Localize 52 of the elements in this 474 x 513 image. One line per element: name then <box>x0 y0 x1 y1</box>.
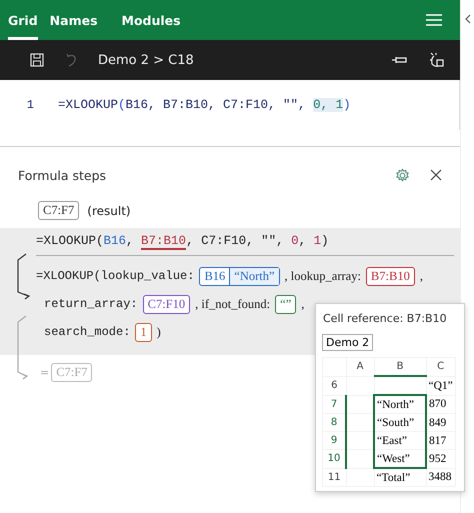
argument-chip[interactable]: C7:F10 <box>142 294 190 314</box>
column-header: C <box>426 358 456 376</box>
table-cell: “Total” <box>374 468 426 486</box>
table-cell: “Q1” <box>426 376 456 395</box>
sheet-name: Demo 2 <box>322 334 374 351</box>
result-label: (result) <box>87 204 131 218</box>
panel-title: Formula steps <box>18 168 106 182</box>
close-icon[interactable] <box>430 169 442 181</box>
table-cell: 870 <box>426 395 456 414</box>
collapse-icon[interactable] <box>464 14 470 24</box>
tooltip-title: Cell reference: B7:B10 <box>323 312 448 325</box>
pin-icon[interactable] <box>392 55 408 65</box>
argument-label: ) <box>156 324 161 340</box>
table-cell: 849 <box>426 414 456 432</box>
argument-chip[interactable]: B16 “North” <box>199 266 280 286</box>
table-cell: “North” <box>374 395 426 414</box>
equals-sign: = <box>40 366 50 379</box>
tab[interactable]: Modules <box>122 0 193 40</box>
menu-icon[interactable] <box>426 14 442 26</box>
row-header: 9 <box>322 432 346 450</box>
table-cell: “South” <box>374 414 426 432</box>
result-reference[interactable]: C7:F7 <box>38 201 80 220</box>
breadcrumb: Demo 2 > C18 <box>98 52 194 68</box>
table-cell: 952 <box>426 450 456 468</box>
table-cell: 817 <box>426 432 456 450</box>
row-header: 7 <box>322 395 346 414</box>
formula-code[interactable]: =XLOOKUP(B16, B7:B10, C7:F10, "", 0, 1) <box>58 98 351 112</box>
argument-label: , if_not_found: <box>195 296 270 312</box>
line-number: 1 <box>26 98 34 112</box>
column-header: A <box>346 358 374 376</box>
save-icon[interactable] <box>30 53 44 67</box>
argument-label: , <box>301 296 304 312</box>
argument-chip[interactable]: B7:B10 <box>366 266 415 286</box>
argument-label: , lookup_array: <box>284 268 361 284</box>
row-header: 6 <box>322 376 346 395</box>
tab[interactable]: Names <box>50 0 110 40</box>
argument-label: return_array: <box>44 297 138 311</box>
argument-chip[interactable]: “” <box>275 294 296 314</box>
table-cell: “East” <box>374 432 426 450</box>
bug-icon[interactable] <box>430 52 444 68</box>
table-cell: “West” <box>374 450 426 468</box>
column-header: B <box>374 358 426 376</box>
argument-label: =XLOOKUP(lookup_value: <box>36 269 194 283</box>
settings-icon[interactable] <box>395 168 410 182</box>
argument-label: search_mode: <box>44 325 130 339</box>
row-header: 11 <box>322 468 346 486</box>
step-formula[interactable]: =XLOOKUP(B16, B7:B10, C7:F10, "", 0, 1) <box>36 234 454 248</box>
table-cell: 3488 <box>426 468 456 486</box>
row-header: 10 <box>322 450 346 468</box>
row-header: 8 <box>322 414 346 432</box>
argument-chip[interactable]: 1 <box>135 322 152 342</box>
argument-label: , <box>420 268 423 284</box>
